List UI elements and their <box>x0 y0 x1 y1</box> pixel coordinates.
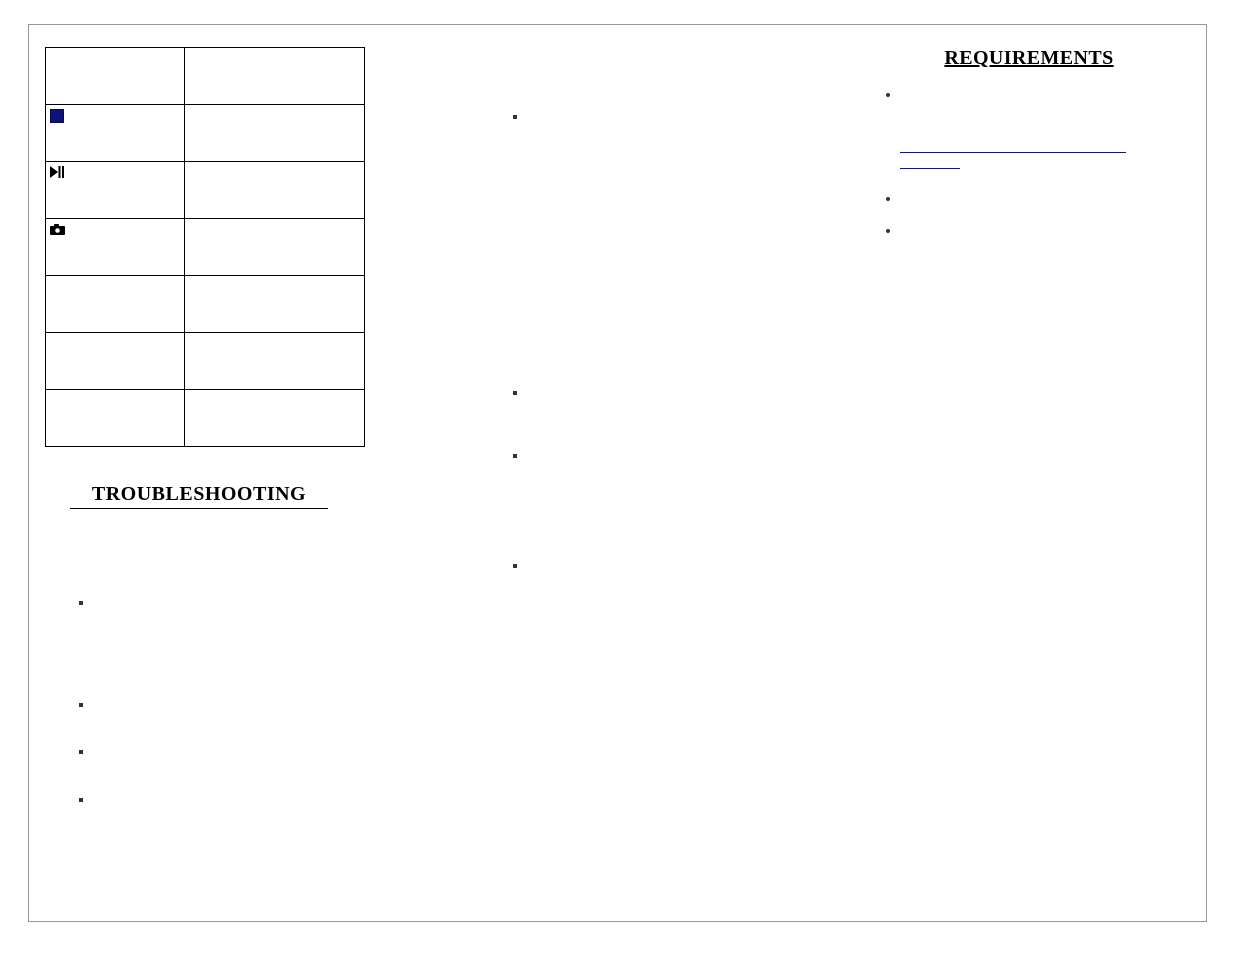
cell-icon <box>46 276 185 333</box>
list-item <box>527 558 844 574</box>
troubleshooting-list <box>39 792 399 808</box>
stop-icon <box>50 109 64 123</box>
table-row <box>46 219 365 276</box>
middle-list <box>429 109 844 125</box>
middle-list <box>429 558 844 574</box>
cell-icon <box>46 105 185 162</box>
right-column: REQUIREMENTS <box>874 47 1184 899</box>
list-item <box>93 595 399 611</box>
play-pause-icon <box>50 166 68 182</box>
requirements-list <box>874 190 1184 206</box>
table-row <box>46 333 365 390</box>
list-item <box>93 744 399 760</box>
requirement-link-2[interactable] <box>900 167 960 169</box>
requirements-list <box>874 86 1184 102</box>
cell-desc <box>185 333 365 390</box>
troubleshooting-list <box>39 595 399 611</box>
list-item <box>527 448 844 464</box>
troubleshooting-heading: TROUBLESHOOTING <box>39 483 359 509</box>
list-item <box>527 385 844 401</box>
cell-desc <box>185 48 365 105</box>
camera-icon <box>50 224 65 239</box>
table-row <box>46 276 365 333</box>
table-row <box>46 105 365 162</box>
list-item <box>900 222 1184 238</box>
list-item <box>93 792 399 808</box>
list-item <box>93 697 399 713</box>
cell-icon <box>46 48 185 105</box>
troubleshooting-title-text: TROUBLESHOOTING <box>70 483 328 509</box>
cell-icon <box>46 162 185 219</box>
content-frame: TROUBLESHOOTING <box>28 24 1207 922</box>
middle-column <box>399 47 874 899</box>
requirements-list <box>874 222 1184 238</box>
link-line-2 <box>874 156 1184 174</box>
middle-list <box>429 385 844 401</box>
cell-desc <box>185 105 365 162</box>
cell-icon <box>46 390 185 447</box>
troubleshooting-list <box>39 697 399 713</box>
troubleshooting-list <box>39 744 399 760</box>
requirements-heading: REQUIREMENTS <box>874 47 1184 70</box>
cell-icon <box>46 219 185 276</box>
table-row <box>46 48 365 105</box>
table-row <box>46 390 365 447</box>
cell-desc <box>185 162 365 219</box>
list-item <box>900 190 1184 206</box>
left-column: TROUBLESHOOTING <box>39 47 399 899</box>
list-item <box>900 86 1184 102</box>
table-row <box>46 162 365 219</box>
requirement-link-1[interactable] <box>900 151 1126 153</box>
list-item <box>527 109 844 125</box>
middle-list <box>429 448 844 464</box>
cell-desc <box>185 219 365 276</box>
controls-table <box>45 47 365 447</box>
cell-icon <box>46 333 185 390</box>
page: TROUBLESHOOTING <box>0 0 1235 954</box>
cell-desc <box>185 276 365 333</box>
cell-desc <box>185 390 365 447</box>
